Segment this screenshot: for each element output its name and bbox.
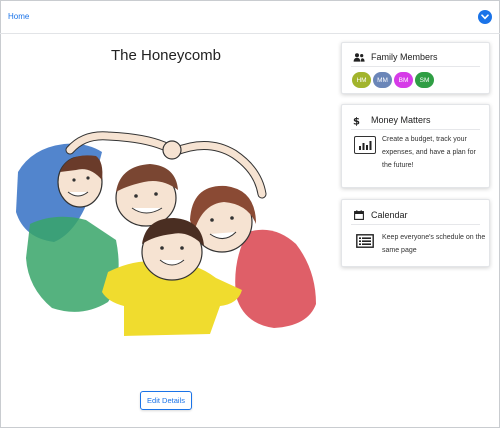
family-illustration (16, 131, 316, 336)
calendar-description: Keep everyone's schedule on the same pag… (382, 234, 486, 254)
calendar-title: Calendar (371, 210, 408, 220)
home-link[interactable]: Home (8, 12, 29, 21)
svg-text:$: $ (353, 116, 360, 126)
users-icon (353, 52, 365, 62)
money-matters-description: Create a budget, track your expenses, an… (382, 136, 476, 169)
calendar-card[interactable]: Calendar Keep everyone's schedule on the… (341, 199, 490, 267)
calendar-icon (353, 210, 365, 220)
money-matters-title: Money Matters (371, 115, 431, 125)
dollar-icon: $ (353, 115, 365, 126)
edit-details-button[interactable]: Edit Details (140, 391, 192, 410)
member-avatar[interactable]: BM (394, 72, 413, 88)
divider (351, 129, 480, 130)
divider (351, 66, 480, 67)
divider (351, 224, 480, 225)
money-matters-card[interactable]: $ Money Matters Create a budget, track y… (341, 104, 490, 188)
top-bar: Home (0, 0, 500, 34)
bar-chart-icon (354, 136, 376, 154)
family-members-card: Family Members HM MM BM SM (341, 42, 490, 94)
list-icon (354, 232, 376, 250)
member-avatar[interactable]: MM (373, 72, 392, 88)
family-members-title: Family Members (371, 52, 438, 62)
member-avatar[interactable]: SM (415, 72, 434, 88)
page-title: The Honeycomb (110, 47, 222, 64)
member-avatar[interactable]: HM (352, 72, 371, 88)
members-list: HM MM BM SM (352, 72, 436, 88)
chevron-down-icon[interactable] (478, 10, 492, 24)
